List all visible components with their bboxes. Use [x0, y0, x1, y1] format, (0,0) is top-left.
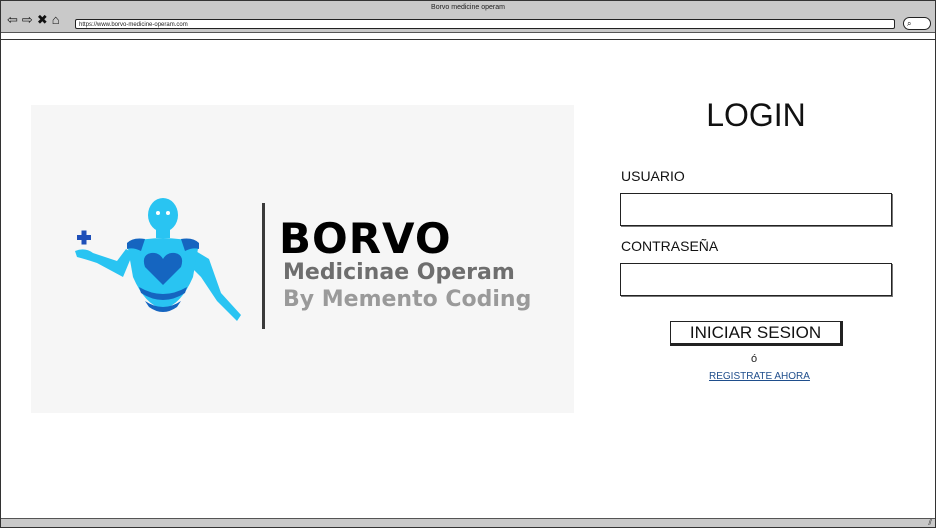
resize-handle-icon[interactable]: ⫽: [928, 519, 932, 527]
search-icon: ⌕: [907, 19, 912, 28]
logo-panel: BORVO Medicinae Operam By Memento Coding: [31, 105, 574, 413]
browser-statusbar: ⫽: [1, 518, 935, 527]
window-title: Borvo medicine operam: [431, 4, 505, 11]
brand-name: BORVO: [279, 214, 452, 263]
back-arrow-icon[interactable]: ⇦: [7, 13, 18, 26]
browser-window: Borvo medicine operam ⇦ ⇨ ✖ ⌂ https://ww…: [0, 0, 936, 528]
forward-arrow-icon[interactable]: ⇨: [22, 13, 33, 26]
address-bar[interactable]: https://www.borvo-medicine-operam.com: [75, 19, 895, 29]
login-title: LOGIN: [706, 97, 806, 133]
logo-figure-icon: [75, 198, 241, 321]
register-link[interactable]: REGISTRATE AHORA: [709, 371, 810, 382]
browser-titlebar: Borvo medicine operam ⇦ ⇨ ✖ ⌂ https://ww…: [1, 1, 935, 33]
toolbar-divider: [1, 39, 935, 40]
brand-subtitle: Medicinae Operam: [283, 260, 515, 285]
logo-divider: [262, 203, 265, 329]
password-label: CONTRASEÑA: [621, 238, 719, 254]
close-icon[interactable]: ✖: [37, 13, 48, 26]
brand-byline: By Memento Coding: [283, 287, 532, 312]
login-button[interactable]: INICIAR SESION: [670, 321, 843, 346]
browser-nav: ⇦ ⇨ ✖ ⌂: [7, 13, 60, 26]
password-field[interactable]: [620, 263, 892, 296]
home-icon[interactable]: ⌂: [52, 13, 60, 26]
username-field[interactable]: [620, 193, 892, 226]
or-separator: ó: [751, 353, 758, 365]
search-box[interactable]: ⌕: [903, 17, 931, 30]
username-label: USUARIO: [621, 168, 685, 184]
